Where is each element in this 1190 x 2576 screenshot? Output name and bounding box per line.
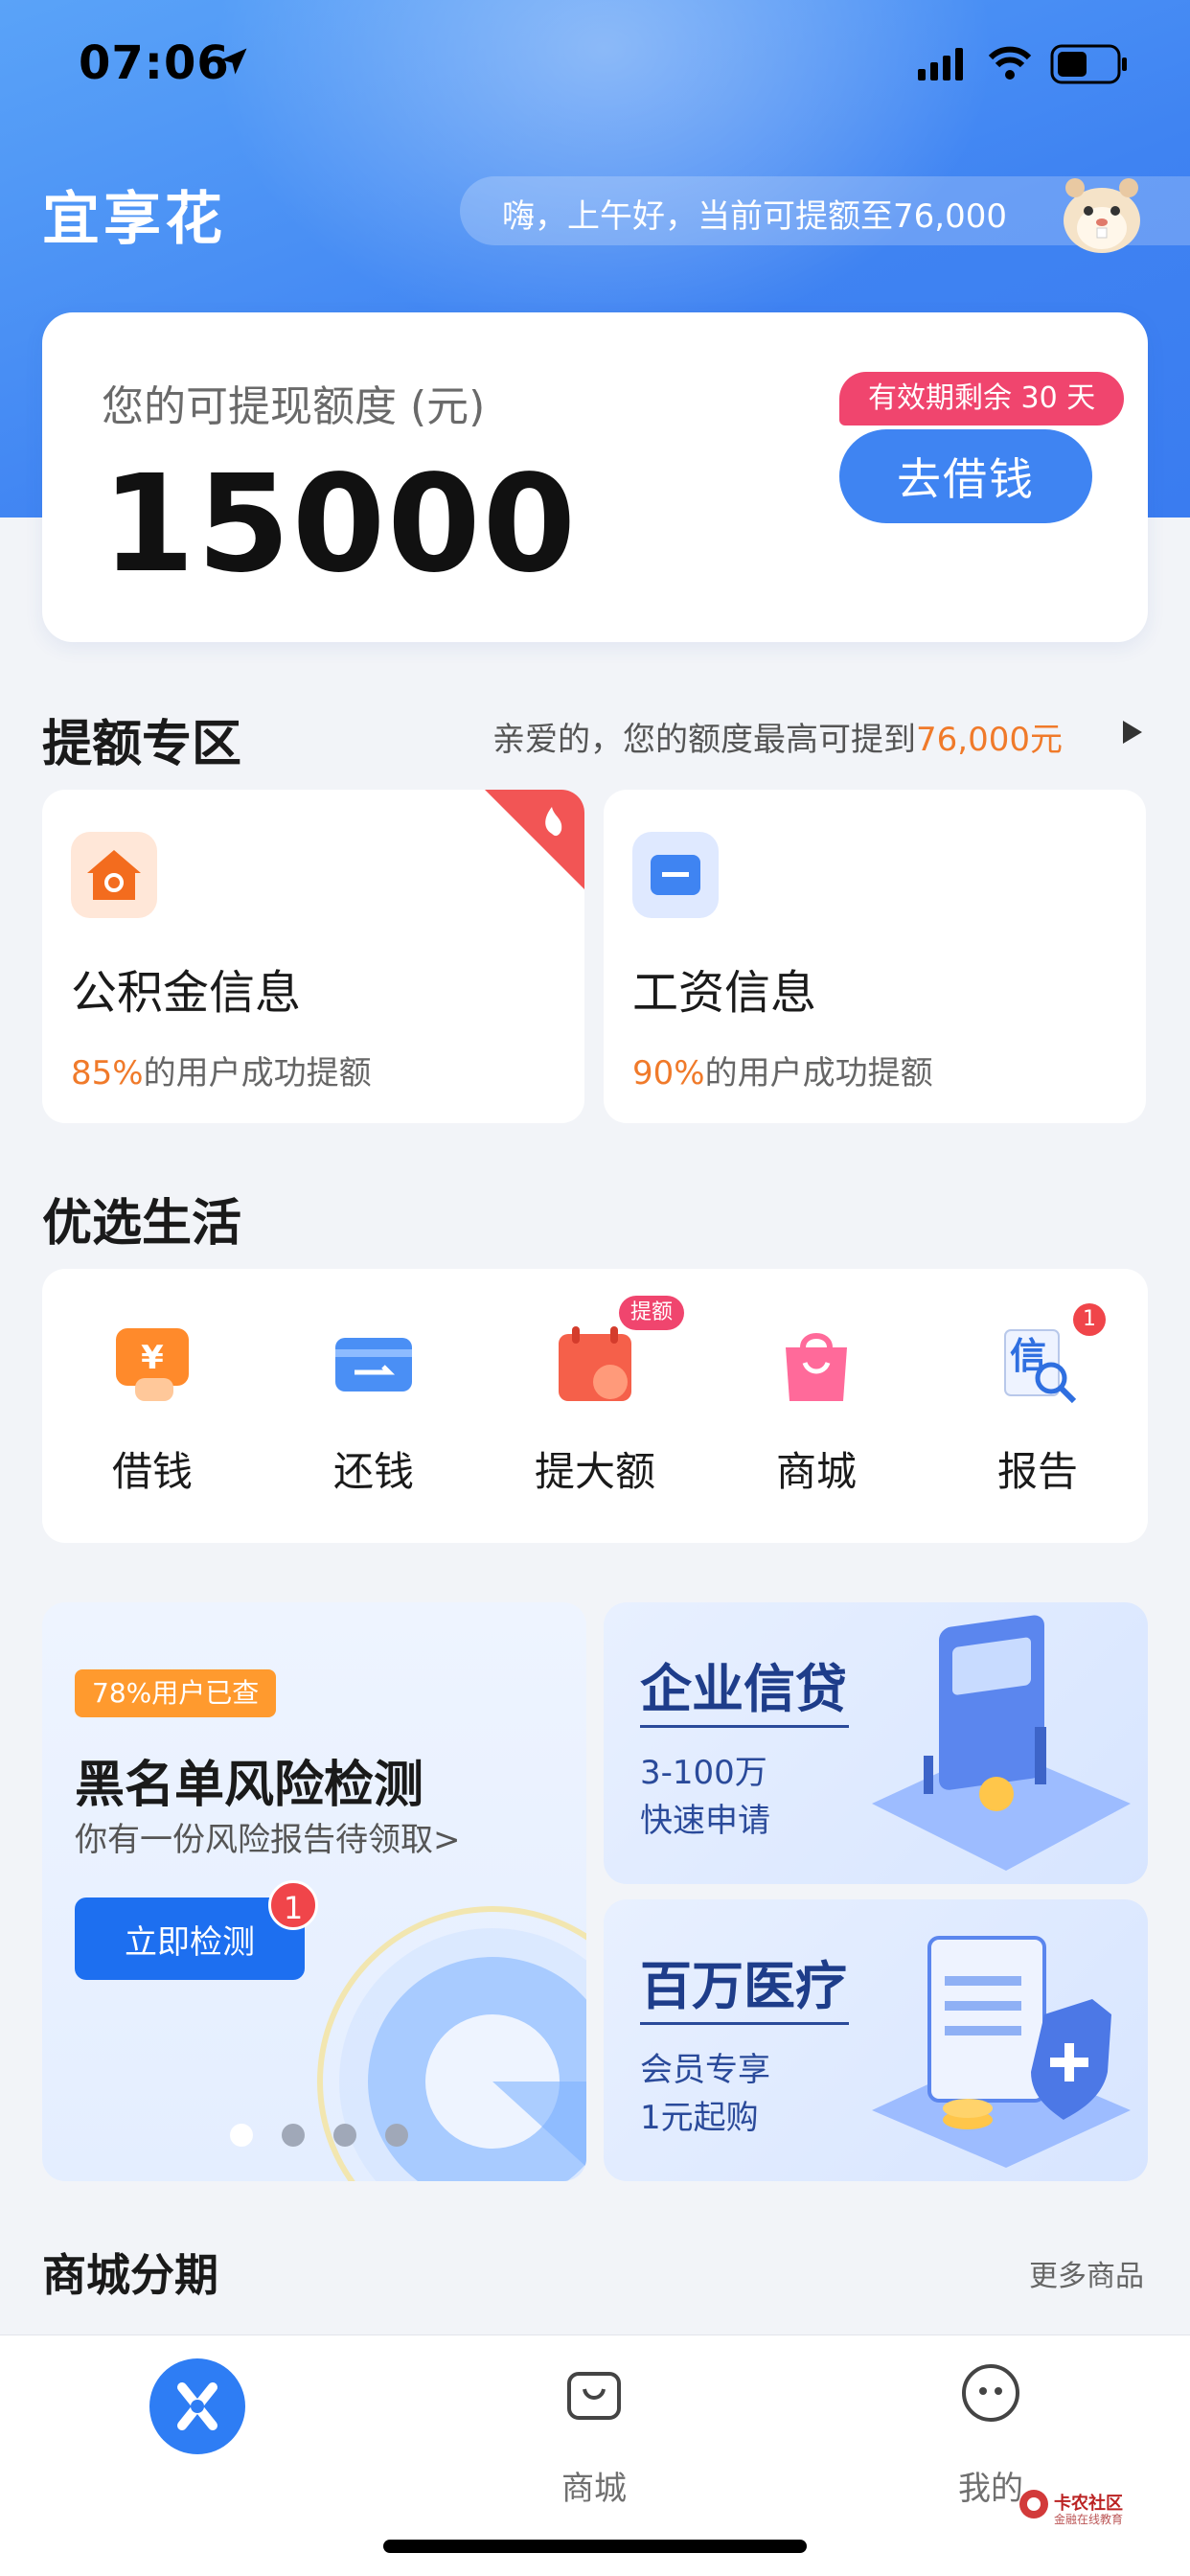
service-borrow[interactable]: ¥ 借钱 [42, 1324, 263, 1516]
house-icon [71, 832, 157, 918]
carousel-dot-3[interactable] [333, 2124, 356, 2147]
service-report[interactable]: 信 报告 1 [927, 1303, 1148, 1516]
carousel-dot-1[interactable] [230, 2124, 253, 2147]
lifestyle-services: ¥ 借钱 还钱 提大额 提额 商城 信 报告 1 [42, 1269, 1148, 1543]
provident-fund-percent: 85% [71, 1054, 144, 1092]
wifi-icon [988, 46, 1032, 80]
greeting-text: 嗨，上午好，当前可提额至76,000 [502, 197, 1007, 236]
service-mall[interactable]: 商城 [706, 1324, 927, 1516]
checked-users-tag: 78%用户已查 [75, 1669, 277, 1717]
salary-info-name: 工资信息 [632, 966, 817, 1020]
shopping-bag-icon [786, 1333, 847, 1401]
blacklist-title: 黑名单风险检测 [75, 1757, 424, 1814]
limit-zone-subtitle-text: 亲爱的，您的额度最高可提到 [492, 721, 916, 759]
yen-hand-icon: ¥ [116, 1328, 189, 1401]
carousel-dot-4[interactable] [385, 2124, 408, 2147]
blacklist-subtitle[interactable]: 你有一份风险报告待领取> [75, 1813, 461, 1860]
watermark-logo-icon [1019, 2490, 1048, 2518]
status-time: 07:06 [79, 36, 230, 90]
status-bar: 07:06 [0, 0, 1190, 125]
smile-face-icon [962, 2364, 1019, 2422]
more-products-link[interactable]: 更多商品 [1029, 2252, 1144, 2294]
limit-zone-subtitle[interactable]: 亲爱的，您的额度最高可提到76,000元 [492, 713, 1063, 760]
loan-phone-illustration [872, 1615, 1131, 1871]
card-icon [632, 832, 719, 918]
fire-icon [485, 790, 584, 889]
hamster-mascot-icon [1064, 178, 1140, 253]
enterprise-credit-apply: 快速申请 [640, 1802, 770, 1840]
service-big-limit-label: 提大额 [534, 1448, 655, 1495]
provident-fund-rate: 85%的用户成功提额 [71, 1046, 372, 1093]
provident-fund-rate-text: 的用户成功提额 [143, 1054, 372, 1092]
salary-info-card[interactable]: 工资信息 90%的用户成功提额 [604, 790, 1146, 1123]
location-arrow-icon [220, 48, 247, 75]
blacklist-check-banner[interactable]: 78%用户已查 黑名单风险检测 你有一份风险报告待领取> 立即检测 1 [42, 1602, 586, 2181]
cellular-signal-icon [918, 48, 963, 80]
enterprise-divider [640, 1725, 849, 1728]
medical-shield-illustration [872, 1936, 1131, 2168]
credit-limit-label: 您的可提现额度 (元) [102, 382, 486, 431]
play-arrow-icon[interactable] [1121, 719, 1144, 746]
svg-text:¥: ¥ [141, 1339, 164, 1377]
service-mall-label: 商城 [775, 1448, 857, 1495]
enterprise-credit-banner[interactable]: 企业信贷 3-100万 快速申请 [604, 1602, 1148, 1884]
medical-price-text: 1元起购 [640, 2099, 759, 2137]
tab-mine[interactable]: 我的 [895, 2362, 1087, 2508]
bag-tab-icon [567, 2372, 621, 2420]
service-borrow-label: 借钱 [111, 1448, 193, 1495]
battery-icon [1050, 44, 1127, 84]
app-title: 宜享花 [42, 186, 226, 253]
medical-member-text: 会员专享 [640, 2051, 770, 2089]
service-repay-label: 还钱 [332, 1448, 414, 1495]
service-big-limit[interactable]: 提大额 提额 [485, 1296, 705, 1516]
enterprise-credit-title: 企业信贷 [640, 1659, 847, 1719]
provident-fund-card[interactable]: 公积金信息 85%的用户成功提额 [42, 790, 584, 1123]
medical-insurance-banner[interactable]: 百万医疗 会员专享 1元起购 [604, 1899, 1148, 2181]
enterprise-credit-range: 3-100万 [640, 1754, 767, 1792]
borrow-button[interactable]: 去借钱 [839, 429, 1092, 523]
repay-card-icon [335, 1338, 412, 1392]
raise-limit-badge: 提额 [619, 1296, 685, 1330]
credit-limit-card: 您的可提现额度 (元) 15000 有效期剩余 30 天 去借钱 [42, 312, 1148, 642]
home-indicator [383, 2540, 807, 2553]
validity-badge: 有效期剩余 30 天 [839, 372, 1125, 426]
report-count-badge: 1 [1073, 1303, 1106, 1336]
service-repay[interactable]: 还钱 [263, 1324, 484, 1516]
salary-info-percent: 90% [632, 1054, 705, 1092]
credit-report-icon: 信 [1004, 1329, 1077, 1404]
medical-divider [640, 2022, 849, 2025]
home-logo-icon [177, 2382, 217, 2430]
tab-mall-label: 商城 [561, 2470, 627, 2508]
tab-mall[interactable]: 商城 [498, 2362, 690, 2508]
salary-info-rate: 90%的用户成功提额 [632, 1046, 933, 1093]
salary-info-rate-text: 的用户成功提额 [704, 1054, 933, 1092]
service-report-label: 报告 [996, 1448, 1078, 1495]
tab-home[interactable] [149, 2358, 245, 2454]
provident-fund-name: 公积金信息 [71, 966, 302, 1020]
watermark: 卡农社区 金融在线教育 [1018, 2488, 1123, 2526]
medical-insurance-title: 百万医疗 [640, 1956, 847, 2016]
credit-limit-amount: 15000 [102, 447, 579, 603]
mall-installment-title: 商城分期 [42, 2249, 218, 2301]
calendar-icon [559, 1326, 631, 1401]
limit-zone-title: 提额专区 [42, 716, 242, 773]
carousel-dots[interactable] [230, 2124, 408, 2147]
watermark-subtitle: 金融在线教育 [1054, 2513, 1124, 2526]
lifestyle-title: 优选生活 [42, 1195, 242, 1253]
limit-zone-max-amount: 76,000元 [916, 721, 1063, 759]
carousel-dot-2[interactable] [282, 2124, 305, 2147]
